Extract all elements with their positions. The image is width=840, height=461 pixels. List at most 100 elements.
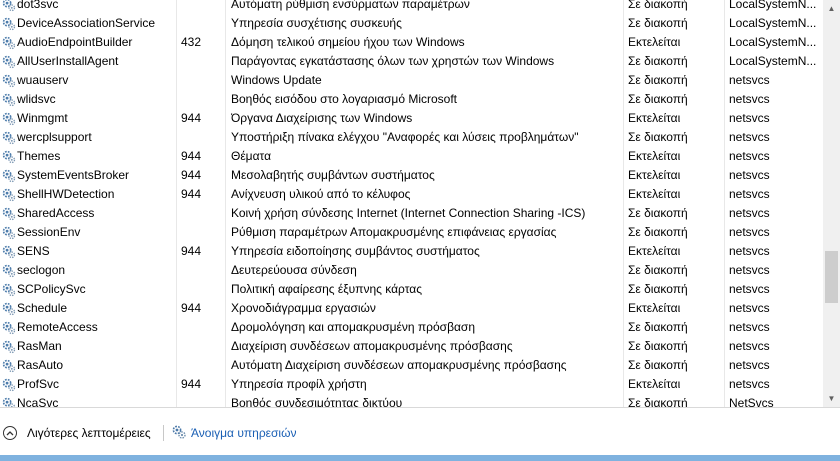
service-pid: 944	[181, 149, 202, 163]
service-pid: 944	[181, 377, 202, 391]
service-status: Σε διακοπή	[628, 92, 688, 106]
service-description: Υπηρεσία συσχέτισης συσκευής	[231, 16, 402, 30]
service-pid: 944	[181, 187, 202, 201]
scroll-down-arrow-icon[interactable]: ▼	[823, 390, 840, 407]
service-description: Υπηρεσία ειδοποίησης συμβάντος συστήματο…	[231, 244, 480, 258]
service-name: SENS	[17, 244, 50, 258]
service-row[interactable]: NcaSvc Βοηθός συνδεσιμότητας δικτύου Σε …	[0, 394, 823, 407]
service-group: netsvcs	[729, 149, 770, 163]
service-status: Εκτελείται	[628, 301, 681, 315]
gear-icon	[1, 204, 17, 223]
service-row[interactable]: AudioEndpointBuilder 432 Δόμηση τελικού …	[0, 33, 823, 52]
footer-bar: Λιγότερες λεπτομέρειες Άνοιγμα υπηρεσιών	[0, 407, 840, 456]
footer-separator	[163, 425, 164, 441]
service-row[interactable]: RemoteAccess Δρομολόγηση και απομακρυσμέ…	[0, 318, 823, 337]
gear-icon	[1, 318, 17, 337]
open-services-link[interactable]: Άνοιγμα υπηρεσιών	[171, 424, 296, 442]
gear-icon	[1, 337, 17, 356]
service-description: Δρομολόγηση και απομακρυσμένη πρόσβαση	[231, 320, 475, 334]
service-row[interactable]: Winmgmt 944 Όργανα Διαχείρισης των Windo…	[0, 109, 823, 128]
services-rows: dot3svc Αυτόματη ρύθμιση ενσύρματων παρα…	[0, 0, 823, 407]
service-status: Σε διακοπή	[628, 396, 688, 407]
service-status: Σε διακοπή	[628, 225, 688, 239]
service-description: Windows Update	[231, 73, 322, 87]
service-description: Μεσολαβητής συμβάντων συστήματος	[231, 168, 435, 182]
service-row[interactable]: DeviceAssociationService Υπηρεσία συσχέτ…	[0, 14, 823, 33]
service-group: netsvcs	[729, 377, 770, 391]
service-description: Ρύθμιση παραμέτρων Απομακρυσμένης επιφάν…	[231, 225, 557, 239]
service-name: SystemEventsBroker	[17, 168, 130, 182]
service-group: netsvcs	[729, 263, 770, 277]
service-status: Σε διακοπή	[628, 206, 688, 220]
service-row[interactable]: seclogon Δευτερεύουσα σύνδεση Σε διακοπή…	[0, 261, 823, 280]
service-row[interactable]: ProfSvc 944 Υπηρεσία προφίλ χρήστη Εκτελ…	[0, 375, 823, 394]
service-group: LocalSystemN...	[729, 16, 817, 30]
service-status: Σε διακοπή	[628, 130, 688, 144]
service-status: Σε διακοπή	[628, 339, 688, 353]
service-description: Χρονοδιάγραμμα εργασιών	[231, 301, 376, 315]
service-row[interactable]: SharedAccess Κοινή χρήση σύνδεσης Intern…	[0, 204, 823, 223]
scroll-thumb[interactable]	[825, 251, 838, 303]
service-group: LocalSystemN...	[729, 35, 817, 49]
service-row[interactable]: SystemEventsBroker 944 Μεσολαβητής συμβά…	[0, 166, 823, 185]
service-row[interactable]: ShellHWDetection 944 Ανίχνευση υλικού απ…	[0, 185, 823, 204]
service-status: Εκτελείται	[628, 168, 681, 182]
gear-icon	[1, 375, 17, 394]
service-status: Εκτελείται	[628, 35, 681, 49]
service-name: Winmgmt	[17, 111, 68, 125]
service-name: SharedAccess	[17, 206, 95, 220]
gear-icon	[1, 242, 17, 261]
gear-icon	[1, 166, 17, 185]
service-name: RemoteAccess	[17, 320, 98, 334]
service-status: Σε διακοπή	[628, 282, 688, 296]
service-row[interactable]: SessionEnv Ρύθμιση παραμέτρων Απομακρυσμ…	[0, 223, 823, 242]
service-name: AllUserInstallAgent	[17, 54, 119, 68]
service-name: ProfSvc	[17, 377, 60, 391]
service-row[interactable]: wuauserv Windows Update Σε διακοπή netsv…	[0, 71, 823, 90]
service-row[interactable]: Themes 944 Θέματα Εκτελείται netsvcs	[0, 147, 823, 166]
service-name: wuauserv	[17, 73, 69, 87]
service-status: Σε διακοπή	[628, 320, 688, 334]
service-row[interactable]: Schedule 944 Χρονοδιάγραμμα εργασιών Εκτ…	[0, 299, 823, 318]
service-row[interactable]: wlidsvc Βοηθός εισόδου στο λογαριασμό Mi…	[0, 90, 823, 109]
gear-icon	[1, 280, 17, 299]
service-description: Παράγοντας εγκατάστασης όλων των χρηστών…	[231, 54, 555, 68]
service-pid: 944	[181, 301, 202, 315]
window-bottom-strip	[0, 455, 840, 461]
gears-icon	[171, 424, 187, 443]
service-row[interactable]: AllUserInstallAgent Παράγοντας εγκατάστα…	[0, 52, 823, 71]
service-row[interactable]: RasMan Διαχείριση συνδέσεων απομακρυσμέν…	[0, 337, 823, 356]
service-name: Schedule	[17, 301, 68, 315]
service-name: Themes	[17, 149, 61, 163]
vertical-scrollbar[interactable]: ▲ ▼	[823, 0, 840, 407]
service-name: ShellHWDetection	[17, 187, 115, 201]
service-row[interactable]: dot3svc Αυτόματη ρύθμιση ενσύρματων παρα…	[0, 0, 823, 14]
gear-icon	[1, 0, 17, 14]
service-description: Πολιτική αφαίρεσης έξυπνης κάρτας	[231, 282, 422, 296]
service-group: netsvcs	[729, 111, 770, 125]
fewer-details-label: Λιγότερες λεπτομέρειες	[27, 426, 151, 440]
gear-icon	[1, 33, 17, 52]
scroll-up-arrow-icon[interactable]: ▲	[823, 0, 840, 17]
service-name: SessionEnv	[17, 225, 81, 239]
gear-icon	[1, 147, 17, 166]
gear-icon	[1, 90, 17, 109]
service-group: netsvcs	[729, 225, 770, 239]
service-name: DeviceAssociationService	[17, 16, 156, 30]
service-row[interactable]: RasAuto Αυτόματη Διαχείριση συνδέσεων απ…	[0, 356, 823, 375]
service-group: LocalSystemN...	[729, 54, 817, 68]
service-description: Ανίχνευση υλικού από το κέλυφος	[231, 187, 411, 201]
service-row[interactable]: SENS 944 Υπηρεσία ειδοποίησης συμβάντος …	[0, 242, 823, 261]
services-tab: dot3svc Αυτόματη ρύθμιση ενσύρματων παρα…	[0, 0, 840, 461]
service-description: Δευτερεύουσα σύνδεση	[231, 263, 357, 277]
service-name: wlidsvc	[17, 92, 56, 106]
service-group: netsvcs	[729, 339, 770, 353]
service-name: SCPolicySvc	[17, 282, 86, 296]
service-description: Βοηθός συνδεσιμότητας δικτύου	[231, 396, 403, 407]
fewer-details-button[interactable]: Λιγότερες λεπτομέρειες	[3, 424, 151, 442]
service-status: Εκτελείται	[628, 149, 681, 163]
service-row[interactable]: wercplsupport Υποστήριξη πίνακα ελέγχου …	[0, 128, 823, 147]
service-row[interactable]: SCPolicySvc Πολιτική αφαίρεσης έξυπνης κ…	[0, 280, 823, 299]
service-group: LocalSystemN...	[729, 0, 817, 11]
service-group: NetSvcs	[729, 396, 774, 407]
